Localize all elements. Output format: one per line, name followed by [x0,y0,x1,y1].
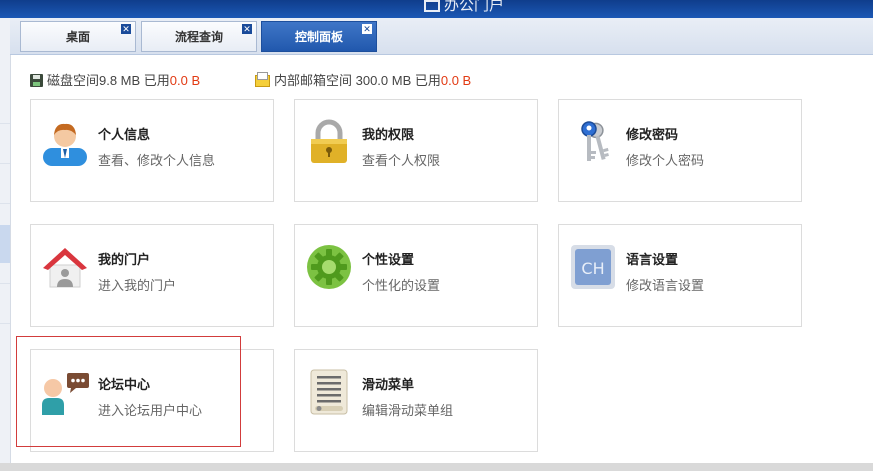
window-title: 办公门户 [424,0,504,15]
card-subtitle: 修改语言设置 [626,278,705,293]
mail-icon [255,72,270,87]
disk-used-value: 0.0 B [169,73,201,88]
card-change-password[interactable]: 修改密码 修改个人密码 [558,99,802,202]
tab-process-query[interactable]: 流程查询 ✕ [141,21,257,52]
disk-space-label: 磁盘空间9.8 MB 已用 [47,73,170,88]
card-my-permissions[interactable]: 我的权限 查看个人权限 [294,99,538,202]
gear-icon [307,245,351,289]
close-icon[interactable]: ✕ [121,24,131,34]
language-icon: CH [571,245,615,289]
keys-icon [581,121,609,161]
tab-desktop[interactable]: 桌面 ✕ [20,21,136,52]
menu-list-icon [310,369,348,415]
card-personal-settings[interactable]: 个性设置 个性化的设置 [294,224,538,327]
card-sliding-menu[interactable]: 滑动菜单 编辑滑动菜单组 [294,349,538,452]
tab-bar: 桌面 ✕ 流程查询 ✕ 控制面板 ✕ [10,18,873,55]
card-my-portal[interactable]: 我的门户 进入我的门户 [30,224,274,327]
close-icon[interactable]: ✕ [362,24,372,34]
card-title: 语言设置 [626,252,679,267]
tab-label: 控制面板 [294,30,343,44]
tab-label: 桌面 [65,30,90,44]
sidebar-divider [0,203,10,204]
monitor-icon [424,0,440,12]
mail-space-status: 内部邮箱空间 300.0 MB 已用0.0 B [255,70,471,89]
card-subtitle: 编辑滑动菜单组 [362,403,454,418]
sidebar-divider [0,163,10,164]
window-title-text: 办公门户 [444,0,505,14]
card-title: 我的门户 [98,252,151,267]
card-title: 我的权限 [362,127,415,142]
mail-used-value: 0.0 B [440,73,472,88]
card-personal-info[interactable]: 个人信息 查看、修改个人信息 [30,99,274,202]
disk-space-status: 磁盘空间9.8 MB 已用0.0 B [30,70,200,89]
sidebar-selected-item[interactable] [0,225,10,263]
card-title: 个人信息 [98,127,151,142]
card-title: 滑动菜单 [362,377,415,392]
card-title: 个性设置 [362,252,415,267]
card-forum-center[interactable]: 论坛中心 进入论坛用户中心 [30,349,274,452]
tab-label: 流程查询 [174,30,223,44]
card-subtitle: 个性化的设置 [362,278,441,293]
horizontal-scrollbar[interactable] [0,463,873,471]
card-title: 论坛中心 [98,377,151,392]
mail-space-label: 内部邮箱空间 300.0 MB 已用 [274,73,441,88]
tab-control-panel[interactable]: 控制面板 ✕ [261,21,377,52]
card-subtitle: 查看、修改个人信息 [98,153,216,168]
card-language-settings[interactable]: CH 语言设置 修改语言设置 [558,224,802,327]
card-subtitle: 进入我的门户 [98,278,177,293]
floppy-disk-icon [30,74,43,87]
card-title: 修改密码 [626,127,679,142]
home-icon [43,248,87,288]
language-icon-text: CH [581,259,604,278]
window-titlebar: 办公门户 [0,0,873,18]
close-icon[interactable]: ✕ [242,24,252,34]
sidebar-divider [0,283,10,284]
person-icon [43,123,87,166]
left-sidebar-edge[interactable] [0,18,11,465]
lock-icon [311,119,347,163]
card-subtitle: 进入论坛用户中心 [98,403,203,418]
sidebar-divider [0,323,10,324]
forum-icon [42,373,89,415]
sidebar-divider [0,123,10,124]
card-subtitle: 修改个人密码 [626,153,705,168]
card-subtitle: 查看个人权限 [362,153,441,168]
